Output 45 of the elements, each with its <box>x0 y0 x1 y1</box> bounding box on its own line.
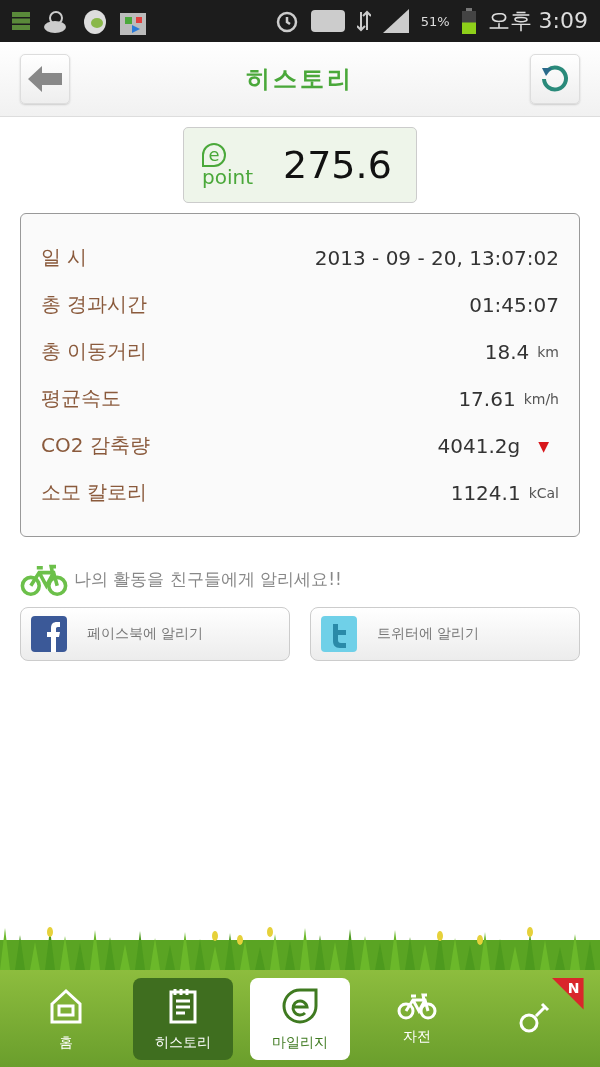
nav-tab[interactable]: 마일리지 <box>250 977 350 1060</box>
signal-icon <box>382 9 409 33</box>
back-button[interactable] <box>20 54 70 104</box>
new-badge: N <box>551 977 584 1010</box>
facebook-icon <box>31 615 67 652</box>
alarm-icon <box>274 9 299 33</box>
detail-label: CO2 감축량 <box>41 432 150 459</box>
unit-label: km <box>537 343 559 360</box>
detail-label: 총 이동거리 <box>41 338 148 365</box>
nav-tab[interactable]: N <box>483 977 584 1060</box>
detail-value: 17.61 <box>458 386 516 411</box>
hd-icon <box>310 10 345 32</box>
twitter-share-button[interactable]: 트위터에 알리기 <box>310 606 580 661</box>
nav-tab[interactable]: 히스토리 <box>133 977 234 1060</box>
refresh-button[interactable] <box>530 54 580 104</box>
unit-label: km/h <box>523 390 559 407</box>
detail-value: 1124.1 <box>450 480 521 505</box>
unit-label: kCal <box>528 484 559 501</box>
detail-value: 18.4 <box>484 339 530 364</box>
detail-value: 4041.2g <box>437 433 521 458</box>
battery-percent: 51% <box>420 13 450 29</box>
trend-marker: ▼ <box>538 437 549 454</box>
nav-tab[interactable]: 자전 <box>366 977 467 1060</box>
detail-value: 2013 - 09 - 20, 13:07:02 <box>314 245 559 270</box>
detail-label: 평균속도 <box>41 385 121 412</box>
data-arrows-icon <box>356 10 371 32</box>
battery-icon <box>461 8 476 34</box>
page-title: 히스토리 <box>246 64 354 95</box>
storage-icon <box>12 12 30 30</box>
bicycle-icon <box>20 563 68 597</box>
detail-label: 일 시 <box>41 244 88 271</box>
clock: 오후 3:09 <box>487 7 588 35</box>
facebook-share-button[interactable]: 페이스북에 알리기 <box>20 606 290 661</box>
share-message: 나의 활동을 친구들에게 알리세요!! <box>74 568 342 592</box>
refresh-icon <box>540 64 570 94</box>
bicycle-icon <box>396 991 437 1020</box>
detail-label: 소모 칼로리 <box>41 479 148 506</box>
nav-tab[interactable]: 홈 <box>16 977 117 1060</box>
logo-letter: e <box>202 143 226 167</box>
back-arrow-icon <box>28 66 62 92</box>
point-value: 275.6 <box>283 143 392 187</box>
logo-word: point <box>202 167 253 187</box>
detail-label: 총 경과시간 <box>41 291 148 318</box>
detail-value: 01:45:07 <box>469 292 559 317</box>
twitter-icon <box>321 615 357 652</box>
